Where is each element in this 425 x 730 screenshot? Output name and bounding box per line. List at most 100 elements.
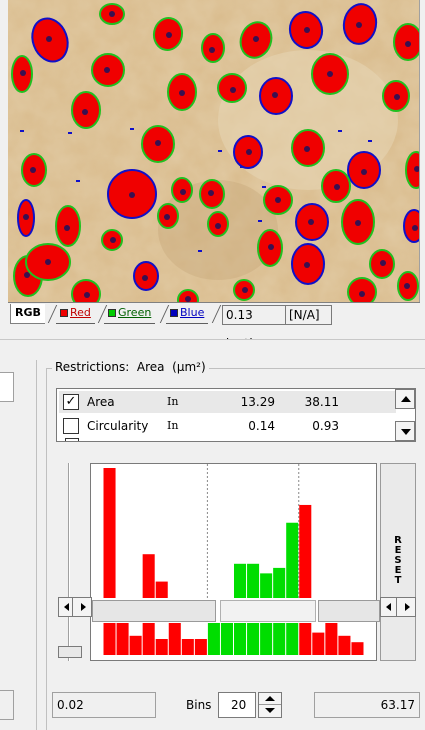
left-panel-button-edge[interactable] (0, 690, 14, 720)
bins-input[interactable]: 20 (218, 692, 256, 718)
nucleolus-mark (23, 214, 29, 220)
histogram-strip-bar (338, 635, 351, 655)
histogram-vertical-slider[interactable] (68, 463, 70, 661)
nucleolus-mark (359, 291, 365, 297)
area-checkbox[interactable]: ✓ (63, 394, 79, 410)
histogram-strip-bar (260, 623, 273, 655)
nucleolus-mark (334, 184, 340, 190)
nucleolus-mark (208, 190, 214, 196)
nucleolus-mark (24, 272, 30, 278)
nucleus-mark (71, 279, 101, 302)
splitter-band (0, 326, 425, 338)
nucleolus-mark (242, 287, 248, 293)
tab-red-label: Red (70, 306, 91, 319)
histogram-bar (234, 563, 247, 598)
speck-mark (258, 220, 262, 222)
nucleolus-mark (155, 140, 161, 146)
range-scroll-right-icon[interactable] (72, 597, 92, 617)
nucleolus-mark (275, 197, 281, 203)
restriction-name: Circularity (87, 419, 149, 433)
histogram-vertical-slider-thumb[interactable] (58, 646, 82, 658)
range-selected-segment[interactable] (220, 600, 316, 622)
restriction-low: 13.29 (240, 395, 275, 409)
histogram-strip-bar (234, 623, 247, 655)
nucleus-mark (403, 209, 419, 243)
green-swatch-icon (108, 309, 116, 317)
nucleolus-mark (46, 36, 52, 42)
bins-decrement-icon[interactable] (259, 705, 281, 717)
speck-mark (76, 180, 80, 182)
nucleolus-mark (215, 223, 221, 229)
nucleolus-mark (209, 47, 215, 53)
nucleolus-mark (64, 225, 70, 231)
restriction-row-circularity[interactable]: Circularity In 0.14 0.93 (59, 415, 396, 437)
nucleolus-mark (104, 67, 110, 73)
histogram-strip-bar (247, 623, 260, 655)
restrictions-list[interactable]: ✓ Area In 13.29 38.11 Circularity In 0.1… (56, 388, 416, 442)
nucleolus-mark (109, 11, 115, 17)
bins-spinner[interactable] (258, 692, 282, 718)
histogram-bar (260, 573, 273, 598)
nucleolus-mark (129, 192, 135, 198)
speck-mark (368, 140, 372, 142)
restriction-low: 0.14 (248, 419, 275, 433)
histogram-strip-bar (325, 623, 338, 655)
histogram-bar (299, 504, 312, 598)
partial-checkbox (65, 438, 79, 441)
histogram-strip-bar (286, 623, 299, 655)
circularity-checkbox[interactable] (63, 418, 79, 434)
nucleus-mark (347, 277, 377, 302)
histogram-strip-bar (181, 639, 194, 655)
tab-red[interactable]: Red (56, 304, 95, 324)
histogram-max-value: 63.17 (314, 692, 420, 718)
histogram-strip-bar (142, 623, 155, 655)
nucleolus-mark (304, 262, 310, 268)
range-high-scroll-right-icon[interactable] (396, 597, 416, 617)
nucleolus-mark (230, 87, 236, 93)
restriction-row-area[interactable]: ✓ Area In 13.29 38.11 (59, 391, 396, 413)
nucleolus-mark (20, 70, 26, 76)
nucleolus-mark (405, 41, 411, 47)
restriction-high: 0.93 (312, 419, 339, 433)
nucleolus-mark (361, 169, 367, 175)
nucleolus-mark (327, 71, 333, 77)
histogram-chart (103, 464, 364, 655)
tab-green[interactable]: Green (104, 304, 156, 324)
speck-mark (68, 132, 72, 134)
nucleolus-mark (82, 109, 88, 115)
tab-blue[interactable]: Blue (166, 304, 209, 324)
range-high-handle[interactable] (318, 600, 380, 622)
histogram-panel[interactable] (90, 463, 377, 661)
reset-letter: T (394, 575, 402, 586)
reset-button[interactable]: RESET (380, 463, 416, 661)
speck-mark (240, 166, 244, 168)
histogram-strip-bar (194, 639, 207, 655)
speck-mark (130, 128, 134, 130)
range-low-handle[interactable] (92, 600, 216, 622)
nucleolus-mark (253, 36, 259, 42)
micrograph-view[interactable] (8, 0, 420, 302)
bins-increment-icon[interactable] (259, 693, 281, 705)
nucleolus-mark (164, 214, 170, 220)
tab-rgb[interactable]: RGB (10, 304, 45, 324)
histogram-bar (142, 554, 155, 598)
nucleolus-mark (394, 94, 400, 100)
restrictions-title: Restrictions: Area (µm²) (52, 360, 209, 374)
nucleolus-mark (30, 167, 36, 173)
splitter-handle[interactable] (0, 339, 425, 340)
list-scroll-down-icon[interactable] (395, 421, 415, 441)
histogram-strip-bar (168, 623, 181, 655)
nucleolus-mark (142, 275, 148, 281)
nucleolus-mark (412, 225, 418, 231)
list-scroll-up-icon[interactable] (395, 389, 415, 409)
tab-blue-label: Blue (180, 306, 205, 319)
nucleolus-mark (268, 244, 274, 250)
micrograph-image (8, 0, 419, 302)
nucleolus-mark (246, 149, 252, 155)
panel-divider (36, 360, 37, 730)
restriction-high: 38.11 (304, 395, 339, 409)
nucleolus-mark (166, 32, 172, 38)
channel-tab-bar: RGB Red Green Blue 0.13 µm/px [N/A] (8, 302, 420, 340)
histogram-strip-bar (273, 623, 286, 655)
nucleolus-mark (110, 237, 116, 243)
